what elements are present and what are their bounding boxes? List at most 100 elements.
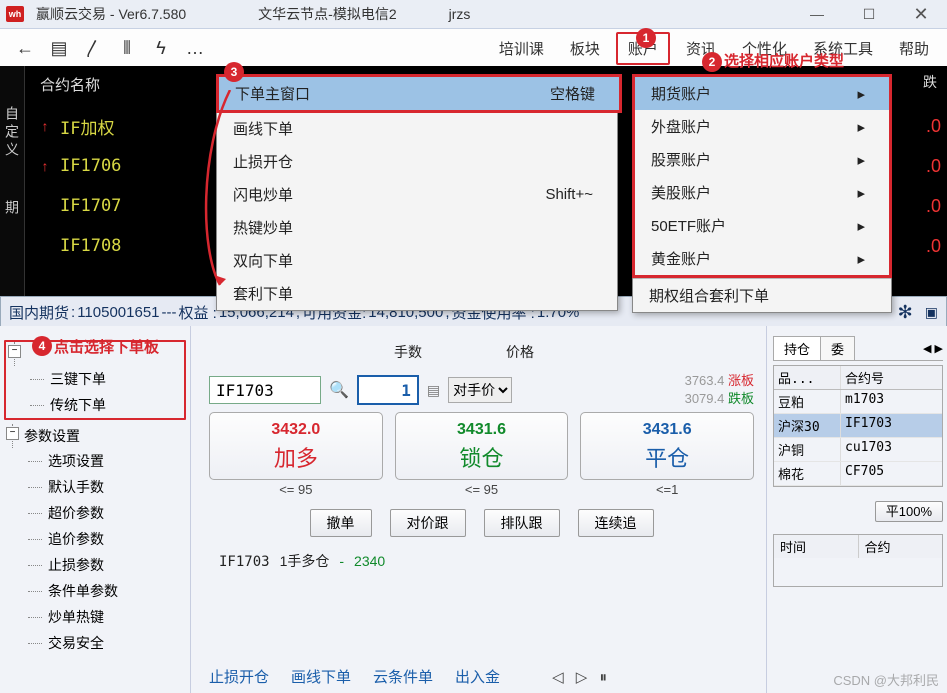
tree-leaf[interactable]: 炒单热键 — [8, 604, 186, 630]
more-icon[interactable]: … — [178, 33, 212, 63]
list-icon[interactable]: ▤ — [42, 33, 76, 63]
close-100pct-button[interactable]: 平100% — [875, 501, 943, 522]
settings-icon[interactable]: ✻ — [898, 302, 913, 323]
maximize-button[interactable]: ☐ — [849, 0, 889, 28]
tab-sector[interactable]: 板块 — [560, 34, 610, 63]
quantity-input[interactable] — [357, 375, 419, 405]
table-row[interactable]: 沪铜cu1703 — [774, 438, 942, 462]
lightning-icon[interactable]: ϟ — [144, 33, 178, 63]
menu-item-option-arb[interactable]: 期权组合套利下单 — [633, 278, 891, 312]
link-stoploss-open[interactable]: 止损开仓 — [209, 666, 269, 687]
submenu-arrow-icon: ▸ — [857, 85, 865, 103]
cell: m1703 — [841, 390, 942, 413]
menu-item-50etf[interactable]: 50ETF账户▸ — [635, 209, 889, 242]
menu-item-arb-order[interactable]: 套利下单 — [217, 277, 617, 310]
cell: 沪深30 — [774, 414, 841, 437]
collapse-icon[interactable]: − — [6, 427, 19, 440]
link-cloud-condition[interactable]: 云条件单 — [373, 666, 433, 687]
menu-label: 下单主窗口 — [235, 83, 310, 104]
search-icon[interactable]: 🔍 — [329, 380, 349, 400]
col-contract: 合约号 — [841, 366, 942, 389]
close-position-button[interactable]: 3431.6 平仓 — [580, 412, 754, 480]
market-row[interactable]: IF1707 — [30, 186, 121, 226]
menu-item-main-order[interactable]: 下单主窗口 空格键 — [216, 74, 622, 113]
tree-node-params[interactable]: − 参数设置 — [8, 424, 186, 448]
settings-tree: − 下单板 三键下单 传统下单 − 参数设置 选项设置 默认手数 超价参数 追价… — [0, 326, 191, 693]
close-button[interactable]: ✕ — [901, 0, 941, 28]
table-row[interactable]: 棉花CF705 — [774, 462, 942, 486]
lock-position-button[interactable]: 3431.6 锁仓 — [395, 412, 569, 480]
order-menu-dropdown: 下单主窗口 空格键 画线下单 止损开仓 闪电炒单 Shift+~ 热键炒单 双向… — [216, 74, 618, 311]
market-row[interactable]: IF1708 — [30, 226, 121, 266]
tab-training[interactable]: 培训课 — [489, 34, 554, 63]
menu-item-stocks[interactable]: 股票账户▸ — [635, 143, 889, 176]
change-value: .0 — [926, 186, 941, 226]
back-icon[interactable]: ← — [8, 33, 42, 63]
menu-label: 50ETF账户 — [651, 215, 726, 236]
tab-positions[interactable]: 持仓 — [773, 336, 821, 360]
annotation-badge-3: 3 — [224, 62, 244, 82]
tree-leaf[interactable]: 止损参数 — [8, 552, 186, 578]
link-deposit-withdraw[interactable]: 出入金 — [455, 666, 500, 687]
change-value: .0 — [926, 106, 941, 146]
minimize-button[interactable]: — — [797, 0, 837, 28]
symbol-input[interactable] — [209, 376, 321, 404]
bars-icon[interactable]: ⫴ — [110, 33, 144, 63]
continuous-chase-button[interactable]: 连续追 — [578, 509, 654, 537]
bottom-links: 止损开仓 画线下单 云条件单 出入金 ◁ ▷ ⏸ — [209, 666, 611, 687]
history-table: 时间 合约 — [773, 534, 943, 587]
qty-stepper-icon[interactable]: ▤ — [427, 382, 440, 399]
symbol: IF1708 — [60, 236, 121, 256]
tab-nav-icons[interactable]: ◀ ▶ — [923, 342, 943, 355]
cancel-order-button[interactable]: 撤单 — [310, 509, 372, 537]
acct-number: 1105001651 — [77, 304, 159, 321]
tree-leaf-traditional[interactable]: 传统下单 — [10, 392, 184, 418]
add-long-button[interactable]: 3432.0 加多 — [209, 412, 383, 480]
button-text: 加多 — [212, 441, 380, 473]
table-row[interactable]: 豆粕m1703 — [774, 390, 942, 414]
order-entry-area: 手数 价格 🔍 ▤ 对手价 3763.4 涨板 3079.4 跌板 3432.0… — [191, 326, 766, 693]
menu-item-usstocks[interactable]: 美股账户▸ — [635, 176, 889, 209]
tree-leaf[interactable]: 追价参数 — [8, 526, 186, 552]
col-contract2: 合约 — [859, 535, 943, 558]
tree-leaf[interactable]: 选项设置 — [8, 448, 186, 474]
tree-leaf[interactable]: 交易安全 — [8, 630, 186, 656]
menu-item-draw-order[interactable]: 画线下单 — [217, 112, 617, 145]
acct-type-label: 国内期货 — [9, 302, 69, 323]
position-line: IF1703 1手多仓 - 2340 — [209, 551, 754, 571]
collapse-icon[interactable]: − — [8, 345, 21, 358]
menu-label: 闪电炒单 — [233, 184, 293, 205]
pos-dash: - — [339, 553, 344, 569]
tree-leaf[interactable]: 超价参数 — [8, 500, 186, 526]
annotation-badge-4: 4 — [32, 336, 52, 356]
app-title: 赢顺云交易 - Ver6.7.580 — [36, 4, 186, 24]
menu-item-bidir-order[interactable]: 双向下单 — [217, 244, 617, 277]
chart-icon[interactable]: 〳 — [76, 33, 110, 63]
menu-item-futures[interactable]: 期货账户▸ — [635, 77, 889, 110]
tab-help[interactable]: 帮助 — [889, 34, 939, 63]
panel-toggle-icon[interactable]: ▣ — [925, 304, 938, 321]
nav-controls[interactable]: ◁ ▷ ⏸ — [552, 668, 611, 686]
separator: --- — [162, 304, 177, 321]
menu-item-flash-trade[interactable]: 闪电炒单 Shift+~ — [217, 178, 617, 211]
price-type-select[interactable]: 对手价 — [448, 377, 512, 403]
menu-item-hotkey-trade[interactable]: 热键炒单 — [217, 211, 617, 244]
market-row[interactable]: ↑IF1706 — [30, 146, 121, 186]
tree-leaf[interactable]: 条件单参数 — [8, 578, 186, 604]
tree-leaf-threekey[interactable]: 三键下单 — [10, 366, 184, 392]
menu-label: 止损开仓 — [233, 151, 293, 172]
limit-down-label: 3079.4 跌板 — [685, 390, 754, 408]
menu-item-stoploss-open[interactable]: 止损开仓 — [217, 145, 617, 178]
queue-follow-button[interactable]: 排队跟 — [484, 509, 560, 537]
tree-leaf[interactable]: 默认手数 — [8, 474, 186, 500]
market-row[interactable]: ↑IF加权 — [30, 106, 121, 146]
menu-label: 画线下单 — [233, 118, 293, 139]
tab-orders[interactable]: 委 — [820, 336, 855, 360]
menu-item-gold[interactable]: 黄金账户▸ — [635, 242, 889, 275]
symbol: IF1706 — [60, 156, 121, 176]
table-row[interactable]: 沪深30IF1703 — [774, 414, 942, 438]
link-draw-order[interactable]: 画线下单 — [291, 666, 351, 687]
menu-label: 外盘账户 — [651, 116, 711, 137]
follow-opposite-button[interactable]: 对价跟 — [390, 509, 466, 537]
menu-item-overseas[interactable]: 外盘账户▸ — [635, 110, 889, 143]
